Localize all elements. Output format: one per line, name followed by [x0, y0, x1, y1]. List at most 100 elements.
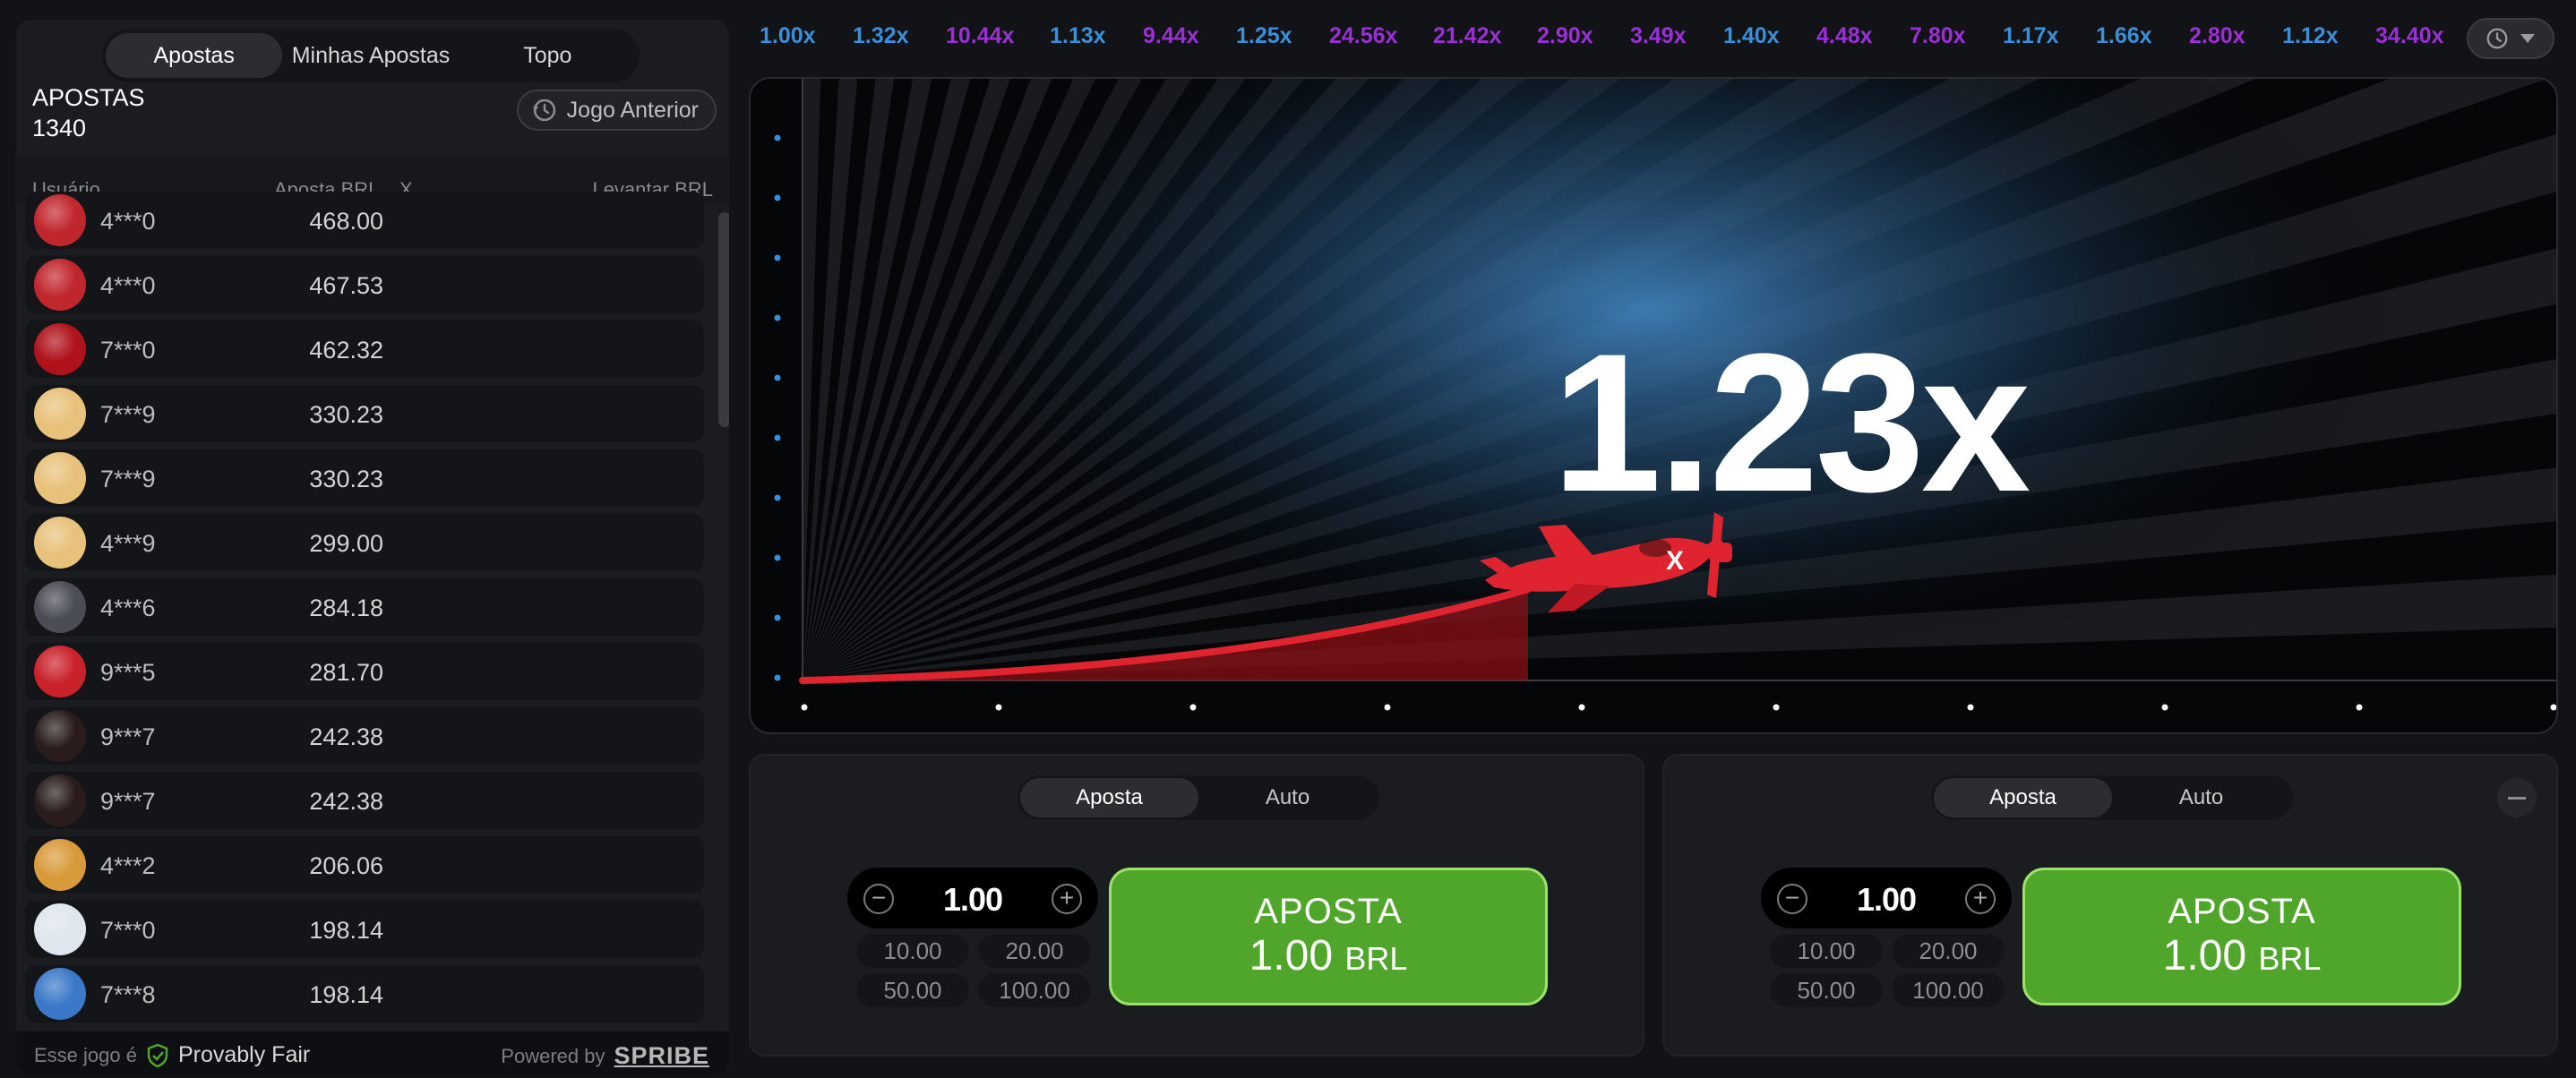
x-axis-dot	[1189, 704, 1197, 711]
bet-row: 7***0 462.32	[25, 321, 704, 378]
y-axis-dot	[774, 374, 781, 381]
bet-row: 7***0 198.14	[25, 901, 704, 958]
bet-button-amount-line: 1.00 BRL	[1249, 932, 1408, 980]
bet-amount-stepper: − 1.00 +	[847, 868, 1098, 928]
game-canvas: X 1.23x	[749, 77, 2558, 734]
y-axis-dot	[774, 614, 781, 621]
tab-aposta[interactable]: Aposta	[1020, 778, 1198, 817]
bet-username: 7***8	[100, 981, 156, 1008]
quick-amount-100[interactable]: 100.00	[978, 973, 1091, 1007]
powered-by-label: Powered by	[501, 1044, 605, 1067]
bet-row: 4***0 468.00	[25, 192, 704, 249]
bets-scrollbar[interactable]	[718, 212, 729, 427]
history-multiplier: 21.42x	[1433, 23, 1502, 48]
avatar	[34, 903, 86, 955]
spribe-logo[interactable]: SPRIBE	[614, 1042, 709, 1070]
remove-panel-button[interactable]	[2497, 778, 2537, 817]
bet-row: 7***9 330.23	[25, 449, 704, 507]
bets-tabs: Apostas Minhas Apostas Topo	[102, 29, 640, 82]
history-icon	[2486, 28, 2508, 49]
bet-amount: 242.38	[309, 723, 383, 750]
bet-row: 4***2 206.06	[25, 836, 704, 894]
bets-title: APOSTAS	[32, 84, 145, 111]
previous-game-button[interactable]: Jogo Anterior	[516, 90, 717, 131]
tab-aposta[interactable]: Aposta	[1934, 778, 2112, 817]
x-axis-dot	[1773, 704, 1780, 711]
y-axis-dot	[774, 314, 781, 321]
bet-row: 9***7 242.38	[25, 772, 704, 829]
avatar	[34, 839, 86, 891]
avatar	[34, 710, 86, 762]
shield-check-icon	[147, 1043, 168, 1067]
avatar	[34, 517, 86, 569]
quick-amount-20[interactable]: 20.00	[1892, 934, 2005, 968]
quick-amount-50[interactable]: 50.00	[856, 973, 969, 1007]
avatar	[34, 259, 86, 311]
bet-username: 4***0	[100, 272, 156, 299]
y-axis-dot	[774, 554, 781, 561]
bet-username: 7***9	[100, 401, 156, 428]
tab-minhas-apostas[interactable]: Minhas Apostas	[282, 33, 459, 78]
history-multiplier: 34.40x	[2375, 23, 2444, 48]
y-axis-dot	[774, 494, 781, 501]
increase-button[interactable]: +	[1052, 884, 1082, 914]
tab-apostas[interactable]: Apostas	[106, 33, 283, 78]
avatar	[34, 774, 86, 826]
place-bet-button[interactable]: APOSTA 1.00 BRL	[2022, 868, 2461, 1005]
bet-button-title: APOSTA	[2168, 892, 2316, 931]
bet-username: 4***2	[100, 852, 156, 879]
bet-mode-tabs: Aposta Auto	[1018, 775, 1379, 820]
bet-username: 4***6	[100, 595, 156, 621]
history-multiplier: 1.00x	[760, 23, 816, 48]
footer-prefix: Esse jogo é	[34, 1043, 137, 1066]
history-multiplier: 2.90x	[1537, 23, 1593, 48]
provably-fair-link[interactable]: Provably Fair	[178, 1042, 310, 1068]
bet-amount: 468.00	[309, 208, 383, 235]
bet-amount: 206.06	[309, 852, 383, 879]
y-axis-dot	[774, 194, 781, 201]
history-multiplier: 10.44x	[946, 23, 1015, 48]
history-multiplier: 1.13x	[1050, 23, 1106, 48]
quick-amount-10[interactable]: 10.00	[856, 934, 969, 968]
avatar	[34, 968, 86, 1020]
bet-username: 7***0	[100, 917, 156, 944]
x-axis-dot	[1384, 704, 1391, 711]
quick-amount-50[interactable]: 50.00	[1770, 973, 1883, 1007]
current-multiplier: 1.23x	[1551, 312, 2031, 533]
x-axis-dot	[801, 704, 808, 711]
place-bet-button[interactable]: APOSTA 1.00 BRL	[1109, 868, 1548, 1005]
bet-amount: 284.18	[309, 595, 383, 621]
history-multiplier: 3.49x	[1630, 23, 1687, 48]
tab-topo[interactable]: Topo	[459, 33, 636, 78]
y-axis-dot	[774, 674, 781, 681]
history-multiplier: 2.80x	[2189, 23, 2245, 48]
quick-amount-100[interactable]: 100.00	[1892, 973, 2005, 1007]
tab-auto[interactable]: Auto	[2112, 778, 2290, 817]
bet-amount: 281.70	[309, 659, 383, 686]
tab-auto[interactable]: Auto	[1198, 778, 1377, 817]
y-axis-dot	[774, 434, 781, 441]
history-multiplier: 1.25x	[1236, 23, 1292, 48]
quick-amount-10[interactable]: 10.00	[1770, 934, 1883, 968]
avatar	[34, 323, 86, 375]
avatar	[34, 646, 86, 697]
bet-button-amount-line: 1.00 BRL	[2162, 932, 2322, 980]
bet-username: 9***7	[100, 788, 156, 815]
bet-row: 9***5 281.70	[25, 643, 704, 700]
bets-panel: Apostas Minhas Apostas Topo APOSTAS 1340…	[16, 20, 729, 1076]
avatar	[34, 194, 86, 246]
bet-amount: 462.32	[309, 337, 383, 364]
footer: Esse jogo é Provably Fair Powered by SPR…	[16, 1031, 729, 1076]
x-axis-dot	[2161, 704, 2168, 711]
bet-amount: 242.38	[309, 788, 383, 815]
bets-header: APOSTAS 1340	[32, 82, 145, 143]
history-toggle-button[interactable]	[2467, 18, 2555, 59]
y-axis-dot	[774, 134, 781, 141]
increase-button[interactable]: +	[1965, 884, 1996, 914]
quick-amount-20[interactable]: 20.00	[978, 934, 1091, 968]
bet-amount: 198.14	[309, 917, 383, 944]
bet-username: 9***7	[100, 723, 156, 750]
bet-username: 9***5	[100, 659, 156, 686]
history-multiplier: 1.32x	[853, 23, 909, 48]
bet-amount-stepper: − 1.00 +	[1761, 868, 2012, 928]
